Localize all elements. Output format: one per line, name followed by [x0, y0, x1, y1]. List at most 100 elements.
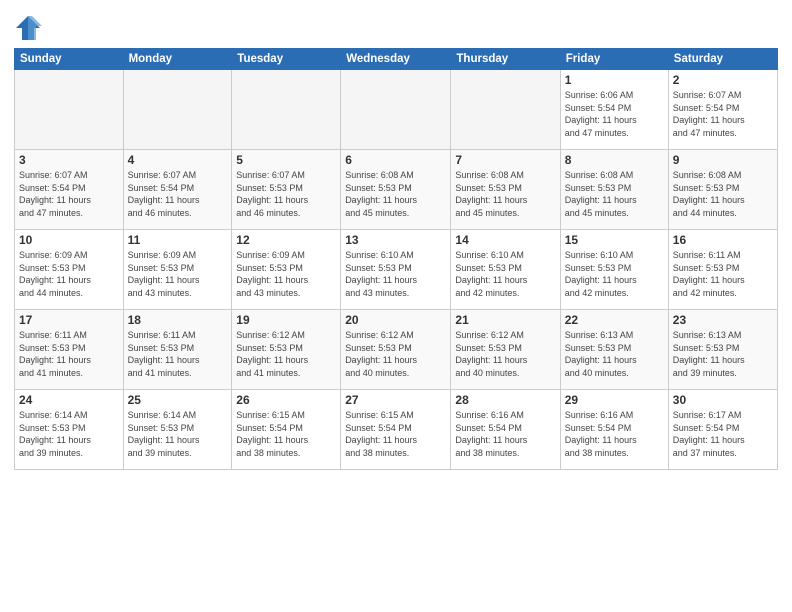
day-info: Sunrise: 6:08 AM Sunset: 5:53 PM Dayligh… — [455, 169, 555, 219]
calendar-cell: 21 Sunrise: 6:12 AM Sunset: 5:53 PM Dayli… — [451, 310, 560, 390]
day-info: Sunrise: 6:16 AM Sunset: 5:54 PM Dayligh… — [565, 409, 664, 459]
day-number: 3 — [19, 153, 119, 167]
calendar-cell: 29 Sunrise: 6:16 AM Sunset: 5:54 PM Dayli… — [560, 390, 668, 470]
day-info: Sunrise: 6:13 AM Sunset: 5:53 PM Dayligh… — [673, 329, 773, 379]
page: SundayMondayTuesdayWednesdayThursdayFrid… — [0, 0, 792, 612]
day-number: 23 — [673, 313, 773, 327]
weekday-header: Monday — [123, 49, 232, 70]
calendar: SundayMondayTuesdayWednesdayThursdayFrid… — [14, 48, 778, 470]
day-info: Sunrise: 6:07 AM Sunset: 5:54 PM Dayligh… — [128, 169, 228, 219]
day-info: Sunrise: 6:07 AM Sunset: 5:54 PM Dayligh… — [673, 89, 773, 139]
calendar-cell: 18 Sunrise: 6:11 AM Sunset: 5:53 PM Dayli… — [123, 310, 232, 390]
calendar-cell: 20 Sunrise: 6:12 AM Sunset: 5:53 PM Dayli… — [341, 310, 451, 390]
logo — [14, 14, 46, 42]
calendar-cell: 12Sunrise: 6:09 AM Sunset: 5:53 PM Dayli… — [232, 230, 341, 310]
calendar-cell: 11 Sunrise: 6:09 AM Sunset: 5:53 PM Dayli… — [123, 230, 232, 310]
day-number: 30 — [673, 393, 773, 407]
calendar-cell: 10 Sunrise: 6:09 AM Sunset: 5:53 PM Dayli… — [15, 230, 124, 310]
day-info: Sunrise: 6:08 AM Sunset: 5:53 PM Dayligh… — [565, 169, 664, 219]
calendar-cell: 2 Sunrise: 6:07 AM Sunset: 5:54 PM Daylig… — [668, 70, 777, 150]
calendar-cell: 5 Sunrise: 6:07 AM Sunset: 5:53 PM Daylig… — [232, 150, 341, 230]
calendar-cell: 13Sunrise: 6:10 AM Sunset: 5:53 PM Dayli… — [341, 230, 451, 310]
day-info: Sunrise: 6:12 AM Sunset: 5:53 PM Dayligh… — [236, 329, 336, 379]
day-number: 29 — [565, 393, 664, 407]
calendar-cell: 24 Sunrise: 6:14 AM Sunset: 5:53 PM Dayli… — [15, 390, 124, 470]
day-info: Sunrise: 6:14 AM Sunset: 5:53 PM Dayligh… — [19, 409, 119, 459]
day-info: Sunrise: 6:08 AM Sunset: 5:53 PM Dayligh… — [673, 169, 773, 219]
calendar-cell: 3 Sunrise: 6:07 AM Sunset: 5:54 PM Daylig… — [15, 150, 124, 230]
day-number: 20 — [345, 313, 446, 327]
day-info: Sunrise: 6:17 AM Sunset: 5:54 PM Dayligh… — [673, 409, 773, 459]
day-info: Sunrise: 6:09 AM Sunset: 5:53 PM Dayligh… — [236, 249, 336, 299]
day-info: Sunrise: 6:12 AM Sunset: 5:53 PM Dayligh… — [455, 329, 555, 379]
calendar-cell: 19 Sunrise: 6:12 AM Sunset: 5:53 PM Dayli… — [232, 310, 341, 390]
day-info: Sunrise: 6:07 AM Sunset: 5:53 PM Dayligh… — [236, 169, 336, 219]
day-info: Sunrise: 6:11 AM Sunset: 5:53 PM Dayligh… — [19, 329, 119, 379]
calendar-week-row: 1 Sunrise: 6:06 AM Sunset: 5:54 PM Daylig… — [15, 70, 778, 150]
day-number: 11 — [128, 233, 228, 247]
day-number: 19 — [236, 313, 336, 327]
day-number: 5 — [236, 153, 336, 167]
weekday-header: Wednesday — [341, 49, 451, 70]
day-number: 26 — [236, 393, 336, 407]
day-number: 17 — [19, 313, 119, 327]
day-info: Sunrise: 6:09 AM Sunset: 5:53 PM Dayligh… — [128, 249, 228, 299]
day-number: 24 — [19, 393, 119, 407]
calendar-week-row: 24 Sunrise: 6:14 AM Sunset: 5:53 PM Dayli… — [15, 390, 778, 470]
calendar-cell: 17 Sunrise: 6:11 AM Sunset: 5:53 PM Dayli… — [15, 310, 124, 390]
calendar-cell — [451, 70, 560, 150]
weekday-header: Friday — [560, 49, 668, 70]
day-number: 14 — [455, 233, 555, 247]
day-info: Sunrise: 6:07 AM Sunset: 5:54 PM Dayligh… — [19, 169, 119, 219]
calendar-cell — [232, 70, 341, 150]
day-number: 16 — [673, 233, 773, 247]
calendar-cell: 8Sunrise: 6:08 AM Sunset: 5:53 PM Daylig… — [560, 150, 668, 230]
weekday-header: Sunday — [15, 49, 124, 70]
calendar-week-row: 10 Sunrise: 6:09 AM Sunset: 5:53 PM Dayli… — [15, 230, 778, 310]
day-number: 1 — [565, 73, 664, 87]
calendar-cell: 30 Sunrise: 6:17 AM Sunset: 5:54 PM Dayli… — [668, 390, 777, 470]
day-number: 15 — [565, 233, 664, 247]
calendar-cell — [123, 70, 232, 150]
calendar-cell: 4Sunrise: 6:07 AM Sunset: 5:54 PM Daylig… — [123, 150, 232, 230]
day-number: 2 — [673, 73, 773, 87]
day-info: Sunrise: 6:08 AM Sunset: 5:53 PM Dayligh… — [345, 169, 446, 219]
calendar-cell: 14Sunrise: 6:10 AM Sunset: 5:53 PM Dayli… — [451, 230, 560, 310]
day-info: Sunrise: 6:12 AM Sunset: 5:53 PM Dayligh… — [345, 329, 446, 379]
day-number: 21 — [455, 313, 555, 327]
header — [14, 10, 778, 42]
calendar-cell: 16 Sunrise: 6:11 AM Sunset: 5:53 PM Dayli… — [668, 230, 777, 310]
day-info: Sunrise: 6:06 AM Sunset: 5:54 PM Dayligh… — [565, 89, 664, 139]
day-info: Sunrise: 6:10 AM Sunset: 5:53 PM Dayligh… — [345, 249, 446, 299]
calendar-cell: 15 Sunrise: 6:10 AM Sunset: 5:53 PM Dayli… — [560, 230, 668, 310]
calendar-cell: 27 Sunrise: 6:15 AM Sunset: 5:54 PM Dayli… — [341, 390, 451, 470]
calendar-cell: 28 Sunrise: 6:16 AM Sunset: 5:54 PM Dayli… — [451, 390, 560, 470]
day-number: 10 — [19, 233, 119, 247]
day-info: Sunrise: 6:11 AM Sunset: 5:53 PM Dayligh… — [673, 249, 773, 299]
day-info: Sunrise: 6:14 AM Sunset: 5:53 PM Dayligh… — [128, 409, 228, 459]
day-info: Sunrise: 6:13 AM Sunset: 5:53 PM Dayligh… — [565, 329, 664, 379]
day-number: 18 — [128, 313, 228, 327]
day-number: 27 — [345, 393, 446, 407]
day-info: Sunrise: 6:11 AM Sunset: 5:53 PM Dayligh… — [128, 329, 228, 379]
calendar-header-row: SundayMondayTuesdayWednesdayThursdayFrid… — [15, 49, 778, 70]
calendar-cell: 1 Sunrise: 6:06 AM Sunset: 5:54 PM Daylig… — [560, 70, 668, 150]
weekday-header: Thursday — [451, 49, 560, 70]
calendar-cell: 26 Sunrise: 6:15 AM Sunset: 5:54 PM Dayli… — [232, 390, 341, 470]
weekday-header: Saturday — [668, 49, 777, 70]
calendar-cell — [341, 70, 451, 150]
calendar-cell: 7Sunrise: 6:08 AM Sunset: 5:53 PM Daylig… — [451, 150, 560, 230]
calendar-cell: 22 Sunrise: 6:13 AM Sunset: 5:53 PM Dayli… — [560, 310, 668, 390]
calendar-week-row: 3 Sunrise: 6:07 AM Sunset: 5:54 PM Daylig… — [15, 150, 778, 230]
calendar-cell — [15, 70, 124, 150]
day-info: Sunrise: 6:16 AM Sunset: 5:54 PM Dayligh… — [455, 409, 555, 459]
day-info: Sunrise: 6:15 AM Sunset: 5:54 PM Dayligh… — [345, 409, 446, 459]
day-info: Sunrise: 6:10 AM Sunset: 5:53 PM Dayligh… — [565, 249, 664, 299]
calendar-cell: 25Sunrise: 6:14 AM Sunset: 5:53 PM Dayli… — [123, 390, 232, 470]
day-number: 28 — [455, 393, 555, 407]
calendar-cell: 9Sunrise: 6:08 AM Sunset: 5:53 PM Daylig… — [668, 150, 777, 230]
day-number: 22 — [565, 313, 664, 327]
day-info: Sunrise: 6:09 AM Sunset: 5:53 PM Dayligh… — [19, 249, 119, 299]
calendar-cell: 6Sunrise: 6:08 AM Sunset: 5:53 PM Daylig… — [341, 150, 451, 230]
day-info: Sunrise: 6:15 AM Sunset: 5:54 PM Dayligh… — [236, 409, 336, 459]
